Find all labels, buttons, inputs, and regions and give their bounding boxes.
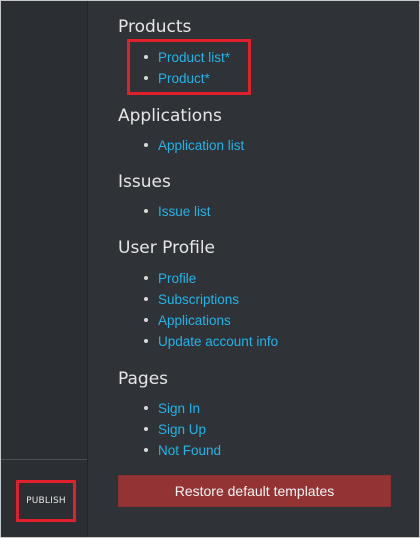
rail-divider	[1, 459, 87, 460]
link-application-list[interactable]: Application list	[158, 138, 244, 153]
list-item: Product list*	[144, 48, 230, 66]
section-title-issues: Issues	[118, 172, 171, 192]
section-title-products: Products	[118, 17, 192, 37]
bullet-icon	[144, 55, 148, 59]
list-item: Sign In	[144, 399, 200, 417]
left-rail: PUBLISH	[1, 1, 88, 537]
bullet-icon	[144, 339, 148, 343]
bullet-icon	[144, 143, 148, 147]
link-not-found[interactable]: Not Found	[158, 443, 221, 458]
list-item: Product*	[144, 69, 210, 87]
section-title-user-profile: User Profile	[118, 238, 216, 258]
bullet-icon	[144, 276, 148, 280]
list-item: Profile	[144, 269, 196, 287]
template-navigation: Products Product list* Product* Applicat…	[118, 1, 408, 537]
bullet-icon	[144, 76, 148, 80]
link-product-list[interactable]: Product list*	[158, 50, 230, 65]
link-profile[interactable]: Profile	[158, 271, 196, 286]
restore-default-templates-button[interactable]: Restore default templates	[118, 475, 391, 507]
bullet-icon	[144, 318, 148, 322]
editor-panel: PUBLISH Products Product list* Product* …	[0, 0, 420, 538]
link-product[interactable]: Product*	[158, 71, 210, 86]
link-subscriptions[interactable]: Subscriptions	[158, 292, 239, 307]
list-item: Sign Up	[144, 420, 206, 438]
list-item: Application list	[144, 136, 244, 154]
bullet-icon	[144, 209, 148, 213]
list-item: Not Found	[144, 441, 221, 459]
list-item: Issue list	[144, 202, 211, 220]
list-item: Subscriptions	[144, 290, 239, 308]
link-applications[interactable]: Applications	[158, 313, 231, 328]
link-issue-list[interactable]: Issue list	[158, 204, 211, 219]
link-sign-up[interactable]: Sign Up	[158, 422, 206, 437]
link-update-account-info[interactable]: Update account info	[158, 334, 278, 349]
section-title-pages: Pages	[118, 369, 169, 389]
bullet-icon	[144, 297, 148, 301]
publish-button[interactable]: PUBLISH	[16, 480, 76, 522]
link-sign-in[interactable]: Sign In	[158, 401, 200, 416]
list-item: Update account info	[144, 332, 278, 350]
bullet-icon	[144, 427, 148, 431]
list-item: Applications	[144, 311, 231, 329]
bullet-icon	[144, 406, 148, 410]
bullet-icon	[144, 448, 148, 452]
section-title-applications: Applications	[118, 106, 222, 126]
